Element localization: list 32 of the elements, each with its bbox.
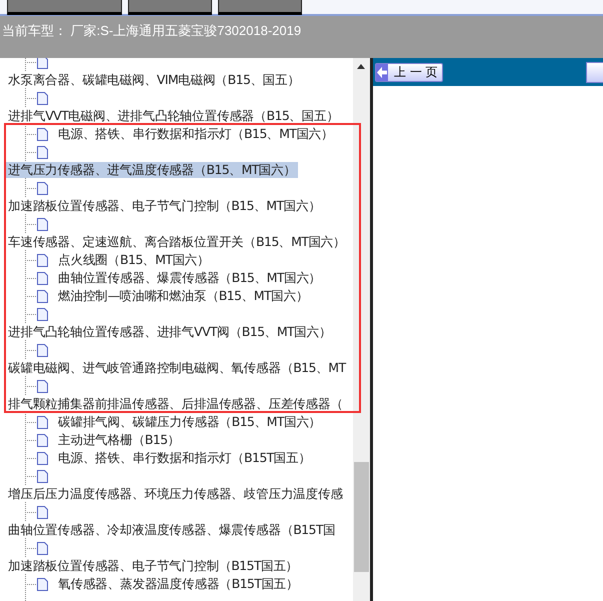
toolbar-button[interactable] [128, 0, 212, 15]
document-icon[interactable] [37, 344, 48, 356]
next-page-button[interactable] [586, 62, 603, 82]
document-icon[interactable] [37, 452, 48, 464]
toolbar-button[interactable] [218, 0, 302, 15]
scrollbar-thumb[interactable] [354, 462, 369, 572]
scroll-up-arrow-icon[interactable] [357, 64, 365, 69]
document-icon[interactable] [37, 416, 48, 428]
tree-item[interactable]: 进气压力传感器、进气温度传感器（B15、MT国六） [6, 162, 298, 178]
document-icon[interactable] [37, 578, 48, 590]
vehicle-model-text: 当前车型： 厂家:S-上海通用五菱宝骏7302018-2019 [2, 23, 302, 38]
tree-item[interactable]: 碳罐电磁阀、进气岐管通路控制电磁阀、氧传感器（B15、MT [6, 360, 348, 376]
previous-page-button[interactable]: 上 一 页 [375, 62, 443, 82]
document-icon[interactable] [37, 542, 48, 554]
left-arrow-icon [376, 64, 388, 80]
document-icon[interactable] [37, 182, 48, 194]
document-icon[interactable] [37, 470, 48, 482]
document-icon[interactable] [37, 506, 48, 518]
document-icon[interactable] [37, 146, 48, 158]
toolbar-button[interactable] [7, 0, 122, 15]
scrollbar[interactable] [353, 58, 370, 601]
document-icon[interactable] [37, 272, 48, 284]
document-icon[interactable] [37, 128, 48, 140]
tree-item[interactable]: 曲轴位置传感器、冷却液温度传感器、爆震传感器（B15T国 [6, 522, 338, 538]
document-icon[interactable] [37, 380, 48, 392]
document-icon[interactable] [37, 254, 48, 266]
document-icon[interactable] [37, 218, 48, 230]
tree-item[interactable]: 增压后压力温度传感器、环境压力传感器、歧管压力温度传感 [6, 486, 345, 502]
document-icon[interactable] [37, 308, 48, 320]
document-icon[interactable] [37, 434, 48, 446]
document-icon[interactable] [37, 290, 48, 302]
document-icon[interactable] [37, 92, 48, 104]
